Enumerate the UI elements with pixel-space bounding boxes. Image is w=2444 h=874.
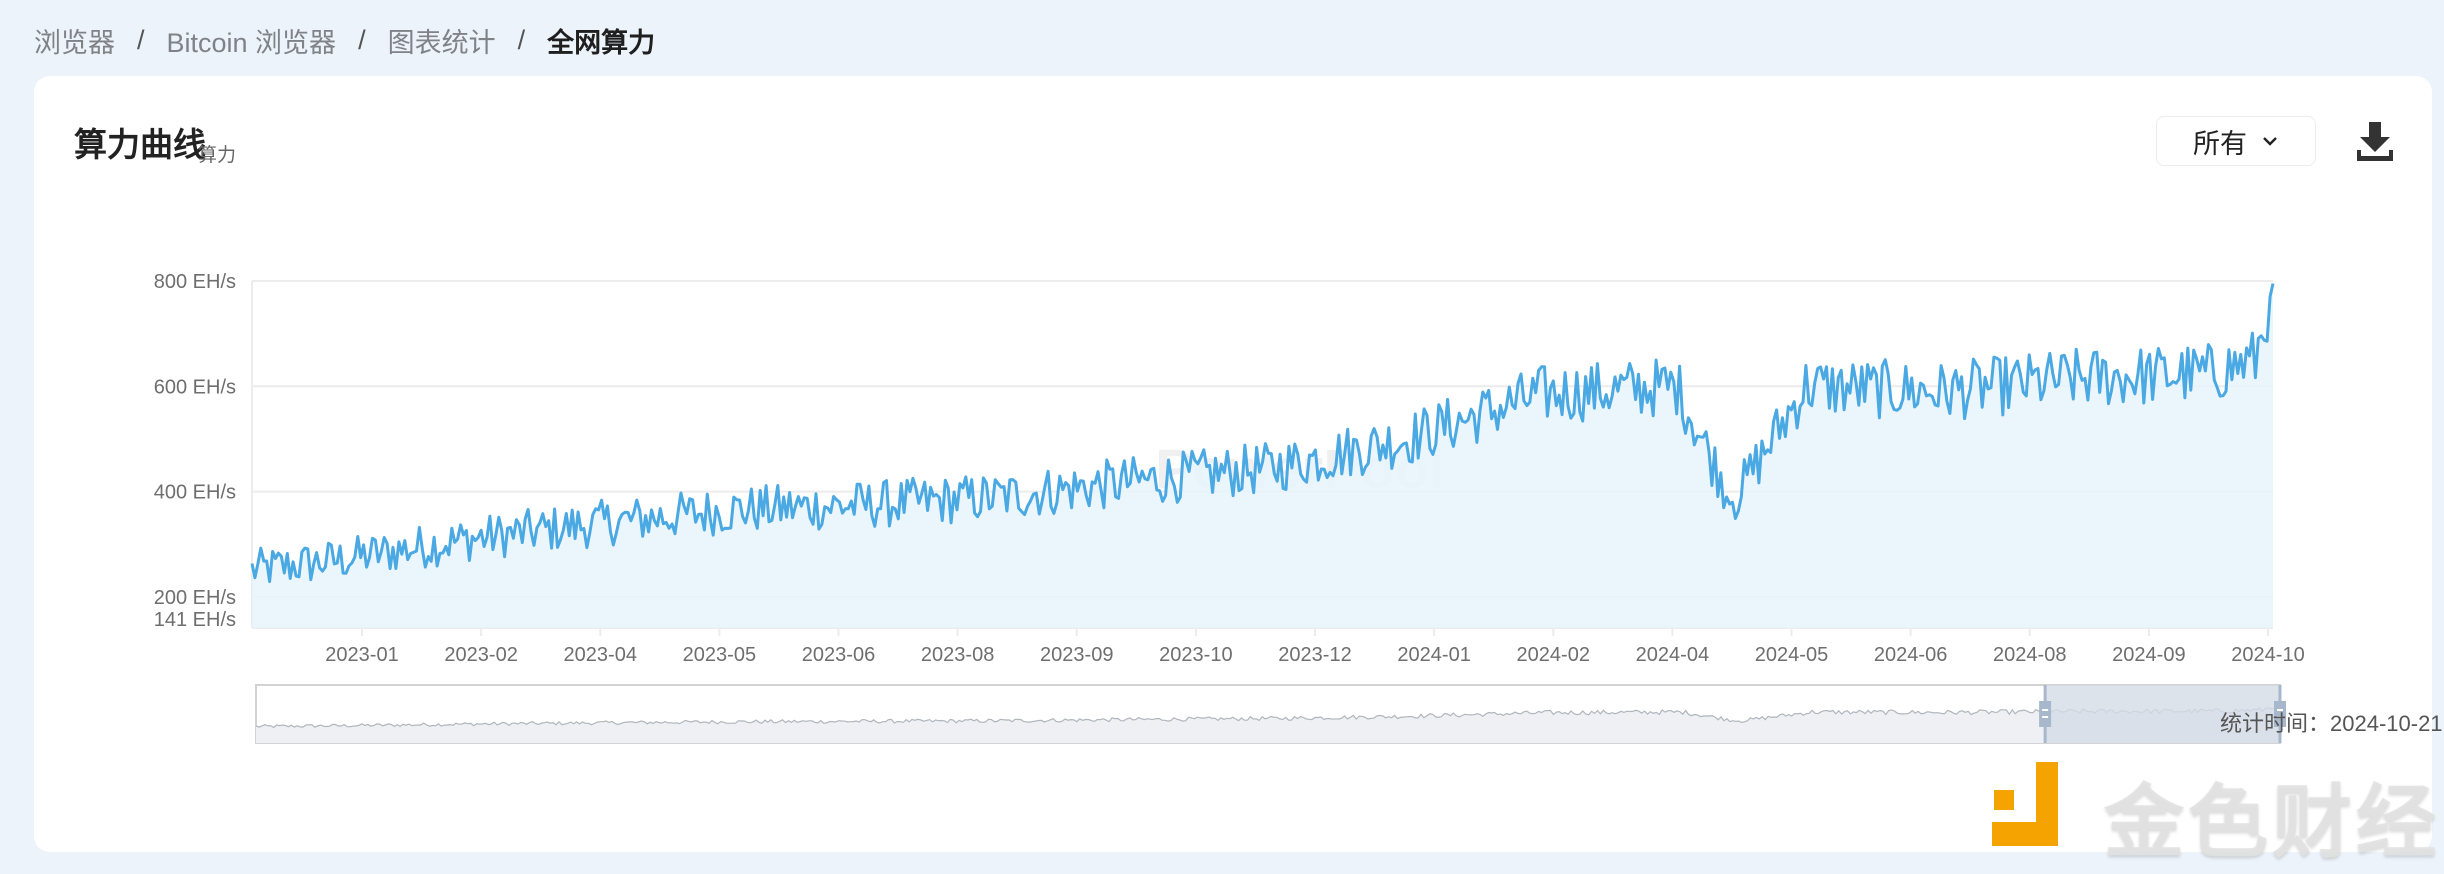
y-tick-label: 141 EH/s xyxy=(154,609,236,631)
area-layer xyxy=(250,283,2275,628)
brand-logo-icon xyxy=(1992,762,2058,846)
data-zoom-slider xyxy=(255,684,2286,744)
x-axis: 2023-01 2023-02 2023-04 2023-05 2023-06 2023-… xyxy=(325,628,2305,666)
x-tick-label: 2023-12 xyxy=(1278,644,1351,666)
slider-handle-grip xyxy=(2039,701,2052,727)
x-tick-label: 2024-08 xyxy=(1993,644,2066,666)
x-tick-label: 2023-09 xyxy=(1040,644,1113,666)
hashrate-chart[interactable]: PowerPool 141 EH/s200 EH/s400 EH/s600 EH… xyxy=(0,0,2444,860)
y-axis: 141 EH/s200 EH/s 400 EH/s 600 EH/s 800 EH/s xyxy=(154,271,236,631)
x-tick-label: 2024-06 xyxy=(1874,644,1947,666)
y-tick-label: 800 EH/s xyxy=(154,271,236,293)
x-tick-label: 2024-02 xyxy=(1517,644,1590,666)
x-tick-label: 2024-01 xyxy=(1397,644,1470,666)
x-tick-label: 2024-05 xyxy=(1755,644,1828,666)
x-tick-label: 2023-08 xyxy=(921,644,994,666)
stat-time: 统计时间：2024-10-21 xyxy=(2220,711,2443,736)
y-tick-label: 600 EH/s xyxy=(154,376,236,398)
x-tick-label: 2024-10 xyxy=(2231,644,2304,666)
y-tick-label: 200 EH/s xyxy=(154,587,236,609)
x-tick-label: 2023-05 xyxy=(683,644,756,666)
x-tick-label: 2023-01 xyxy=(325,644,398,666)
x-tick-label: 2023-06 xyxy=(802,644,875,666)
y-tick-label: 400 EH/s xyxy=(154,482,236,504)
x-tick-label: 2023-10 xyxy=(1159,644,1232,666)
x-tick-label: 2023-04 xyxy=(564,644,637,666)
x-tick-label: 2023-02 xyxy=(444,644,517,666)
x-tick-label: 2024-09 xyxy=(2112,644,2185,666)
brand-watermark: 金色财经 xyxy=(2104,778,2440,867)
x-tick-label: 2024-04 xyxy=(1636,644,1709,666)
